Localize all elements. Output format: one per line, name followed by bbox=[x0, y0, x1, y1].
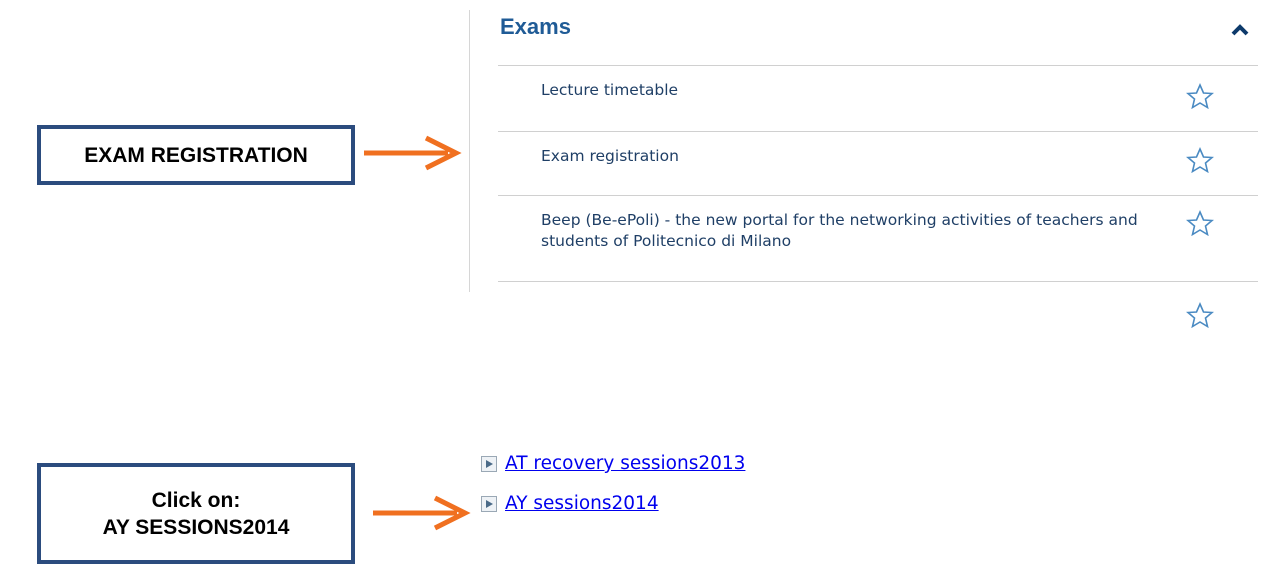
expand-icon[interactable] bbox=[481, 495, 497, 512]
divider bbox=[498, 131, 1258, 132]
callout-text-block: Click on: AY SESSIONS2014 bbox=[103, 487, 290, 541]
link-at-recovery-sessions[interactable]: AT recovery sessions2013 bbox=[505, 453, 745, 474]
star-icon[interactable] bbox=[1186, 147, 1214, 173]
menu-item-beep[interactable]: Beep (Be-ePoli) - the new portal for the… bbox=[541, 210, 1171, 252]
panel-divider bbox=[469, 10, 470, 292]
link-row[interactable]: AY sessions2014 bbox=[481, 493, 659, 514]
divider bbox=[498, 281, 1258, 282]
chevron-up-icon[interactable] bbox=[1231, 24, 1249, 36]
menu-item-lecture-timetable[interactable]: Lecture timetable bbox=[541, 80, 1171, 101]
link-row[interactable]: AT recovery sessions2013 bbox=[481, 453, 745, 474]
star-icon[interactable] bbox=[1186, 302, 1214, 328]
callout-line: AY SESSIONS2014 bbox=[102, 515, 290, 539]
menu-item-exam-registration[interactable]: Exam registration bbox=[541, 146, 1171, 167]
link-ay-sessions[interactable]: AY sessions2014 bbox=[505, 493, 659, 514]
divider bbox=[498, 65, 1258, 66]
callout-text: EXAM REGISTRATION bbox=[84, 143, 308, 167]
star-icon[interactable] bbox=[1186, 210, 1214, 236]
divider bbox=[498, 195, 1258, 196]
exam-registration-callout: EXAM REGISTRATION bbox=[37, 125, 355, 185]
callout-line: Click on: bbox=[151, 488, 241, 512]
orange-arrow-icon bbox=[373, 495, 471, 531]
orange-arrow-icon bbox=[364, 135, 462, 171]
expand-icon[interactable] bbox=[481, 455, 497, 472]
exams-title[interactable]: Exams bbox=[500, 14, 571, 40]
click-on-callout: Click on: AY SESSIONS2014 bbox=[37, 463, 355, 564]
star-icon[interactable] bbox=[1186, 83, 1214, 109]
